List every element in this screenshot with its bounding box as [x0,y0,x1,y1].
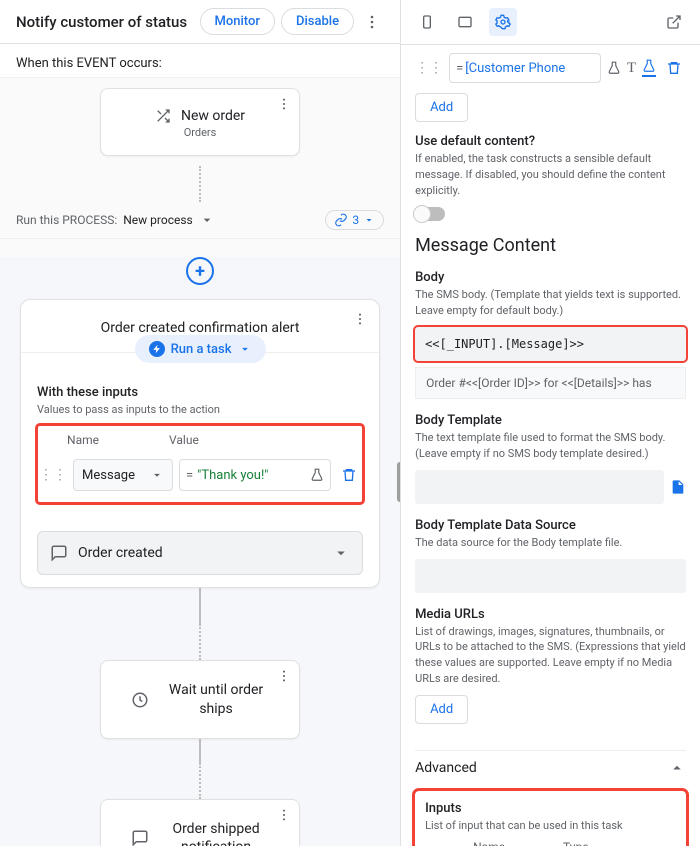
event-card-subtitle: Orders [109,126,291,139]
when-event-label: When this EVENT occurs: [0,44,400,78]
chevron-down-icon [332,544,350,562]
use-default-help: If enabled, the task constructs a sensib… [415,151,686,199]
step-wait-card[interactable]: Wait until order ships [100,660,300,738]
run-task-chip[interactable]: Run a task [135,335,266,363]
monitor-button[interactable]: Monitor [200,8,275,35]
advanced-section-toggle[interactable]: Advanced [415,750,686,785]
use-default-heading: Use default content? [415,134,686,149]
col-name: Name [39,433,169,447]
body-expression-input[interactable]: <<[_INPUT].[Message]>> [415,327,686,361]
flask-icon[interactable] [607,61,621,75]
input-name-select[interactable]: Message [73,459,173,491]
run-process-label: Run this PROCESS: [16,213,117,227]
body-template-ds-help: The data source for the Body template fi… [415,535,686,551]
delete-phone-button[interactable] [662,56,686,80]
page-title: Notify customer of status [16,13,194,31]
chat-icon [50,544,68,562]
document-icon[interactable] [670,479,686,495]
task-card: Order created confirmation alert Run a t… [20,299,380,588]
view-mobile-icon[interactable] [413,8,441,36]
step-shipped-card[interactable]: Order shipped notification [100,799,300,846]
card-more-icon[interactable] [277,97,291,111]
body-template-ds-heading: Body Template Data Source [415,518,686,533]
body-template-input[interactable] [415,470,664,504]
body-template-ds-input[interactable] [415,559,686,593]
body-preview: Order #<<[Order ID]>> for <<[Details]>> … [415,367,686,399]
shuffle-icon [155,108,171,124]
disable-button[interactable]: Disable [281,8,354,35]
add-phone-button[interactable]: Add [415,93,468,122]
body-template-heading: Body Template [415,413,686,428]
input-value-expression[interactable]: = "Thank you!" [179,459,331,491]
delete-row-button[interactable] [337,463,361,487]
add-media-button[interactable]: Add [415,695,468,724]
media-urls-help: List of drawings, images, signatures, th… [415,624,686,688]
message-content-heading: Message Content [415,235,686,256]
event-card-title: New order [181,108,245,124]
step-shipped-label: Order shipped notification [163,820,269,846]
run-process-value[interactable]: New process [123,213,192,227]
card-more-icon[interactable] [277,808,291,822]
step-wait-label: Wait until order ships [163,681,269,717]
open-external-icon[interactable] [660,8,688,36]
body-template-help: The text template file used to format th… [415,430,686,462]
inputs-heading: Inputs [425,801,676,816]
linked-refs-button[interactable]: 3 [325,210,384,230]
event-card[interactable]: New order Orders [100,88,300,156]
inputs-title: With these inputs [37,385,363,400]
chat-icon [131,829,149,846]
phone-expression-input[interactable]: =[Customer Phone [449,53,601,83]
bolt-icon [149,341,165,357]
flask-icon[interactable] [310,468,324,482]
flask-active-icon[interactable] [642,59,656,77]
card-more-icon[interactable] [277,669,291,683]
overflow-menu-button[interactable] [360,10,384,34]
col-value: Value [169,433,199,447]
text-format-icon[interactable]: T [627,60,636,77]
inputs-help: List of input that can be used in this t… [425,818,676,834]
media-urls-heading: Media URLs [415,607,686,622]
settings-tab[interactable] [489,8,517,36]
clock-icon [131,691,149,709]
step-order-created[interactable]: Order created [37,531,363,575]
body-help: The SMS body. (Template that yields text… [415,287,686,319]
drag-handle-icon[interactable]: ⋮⋮ [415,60,443,76]
input-row: ⋮⋮ Message = "Thank you!" [39,451,361,499]
chevron-up-icon [668,759,686,777]
body-heading: Body [415,270,686,285]
add-step-button[interactable]: + [186,257,214,285]
inputs-col-name: Name [473,840,505,846]
inputs-description: Values to pass as inputs to the action [37,402,363,417]
view-tablet-icon[interactable] [451,8,479,36]
drag-handle-icon[interactable]: ⋮⋮ [39,467,67,483]
use-default-toggle[interactable] [415,207,445,221]
chevron-down-icon[interactable] [199,212,215,228]
panel-resize-handle[interactable] [397,462,400,502]
inputs-col-type: Type [563,840,589,846]
